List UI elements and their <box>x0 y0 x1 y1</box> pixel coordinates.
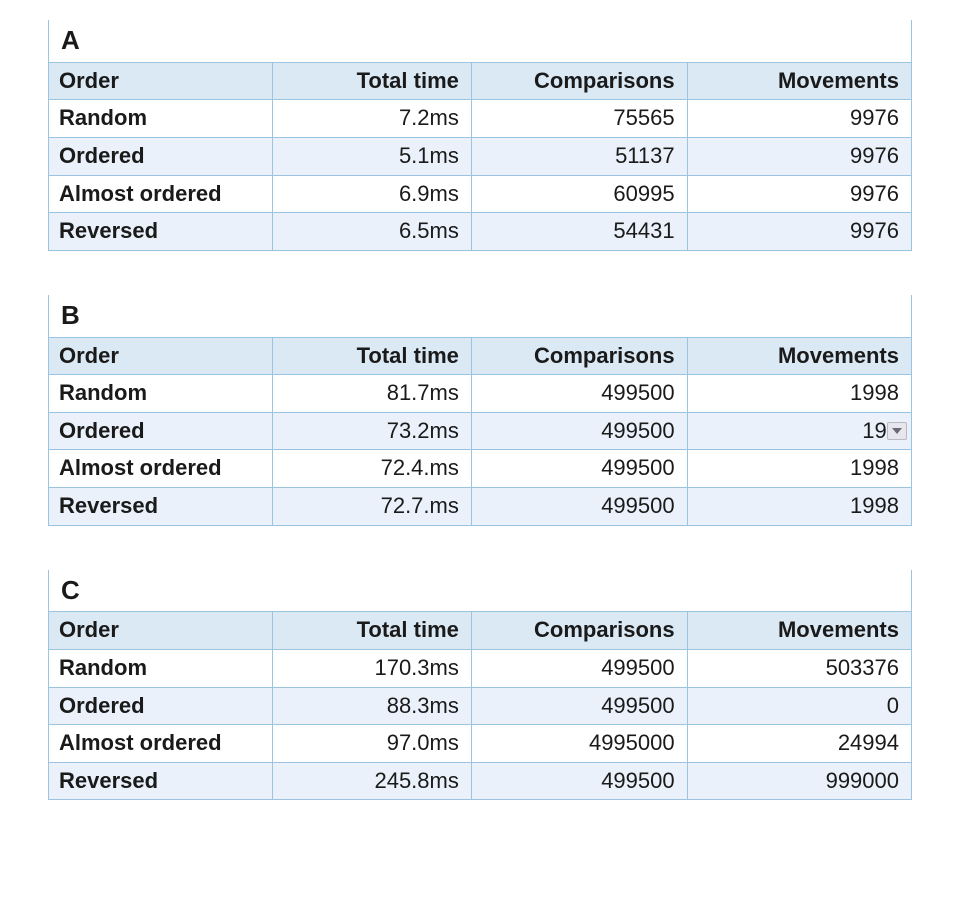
cell-movements: 1998 <box>687 375 911 413</box>
col-order: Order <box>49 612 273 650</box>
cell-movements: 9976 <box>687 137 911 175</box>
table-title: C <box>49 570 912 612</box>
cell-total-time: 245.8ms <box>273 762 471 800</box>
cell-total-time: 7.2ms <box>273 100 471 138</box>
cell-order: Almost ordered <box>49 725 273 763</box>
cell-total-time: 6.9ms <box>273 175 471 213</box>
cell-comparisons: 499500 <box>471 687 687 725</box>
cell-comparisons: 75565 <box>471 100 687 138</box>
cell-order: Random <box>49 375 273 413</box>
cell-total-time: 6.5ms <box>273 213 471 251</box>
table-c: C Order Total time Comparisons Movements… <box>48 570 912 801</box>
cell-order: Ordered <box>49 412 273 450</box>
cell-movements: 503376 <box>687 649 911 687</box>
cell-total-time: 5.1ms <box>273 137 471 175</box>
col-movements: Movements <box>687 62 911 100</box>
col-movements: Movements <box>687 612 911 650</box>
col-total-time: Total time <box>273 337 471 375</box>
cell-comparisons: 499500 <box>471 649 687 687</box>
table-title: A <box>49 20 912 62</box>
table-row: Random 81.7ms 499500 1998 <box>49 375 912 413</box>
cell-total-time: 97.0ms <box>273 725 471 763</box>
table-row: Reversed 6.5ms 54431 9976 <box>49 213 912 251</box>
cell-comparisons: 60995 <box>471 175 687 213</box>
cell-order: Random <box>49 100 273 138</box>
table-a: A Order Total time Comparisons Movements… <box>48 20 912 251</box>
table-row: Random 7.2ms 75565 9976 <box>49 100 912 138</box>
cell-order: Ordered <box>49 687 273 725</box>
col-total-time: Total time <box>273 62 471 100</box>
cell-comparisons: 4995000 <box>471 725 687 763</box>
table-row: Ordered 5.1ms 51137 9976 <box>49 137 912 175</box>
cell-order: Random <box>49 649 273 687</box>
cell-total-time: 72.7.ms <box>273 487 471 525</box>
col-total-time: Total time <box>273 612 471 650</box>
cell-comparisons: 499500 <box>471 487 687 525</box>
cell-order: Reversed <box>49 213 273 251</box>
cell-order: Reversed <box>49 487 273 525</box>
col-order: Order <box>49 62 273 100</box>
col-movements: Movements <box>687 337 911 375</box>
table-row: Ordered 73.2ms 499500 199 <box>49 412 912 450</box>
col-comparisons: Comparisons <box>471 62 687 100</box>
cell-total-time: 88.3ms <box>273 687 471 725</box>
cell-comparisons: 499500 <box>471 450 687 488</box>
table-b: B Order Total time Comparisons Movements… <box>48 295 912 526</box>
cell-comparisons: 51137 <box>471 137 687 175</box>
cell-movements: 0 <box>687 687 911 725</box>
table-title: B <box>49 295 912 337</box>
cell-order: Ordered <box>49 137 273 175</box>
cell-movements: 9976 <box>687 213 911 251</box>
table-row: Almost ordered 6.9ms 60995 9976 <box>49 175 912 213</box>
cell-movements: 9976 <box>687 100 911 138</box>
table-row: Reversed 72.7.ms 499500 1998 <box>49 487 912 525</box>
cell-order: Almost ordered <box>49 175 273 213</box>
cell-order: Almost ordered <box>49 450 273 488</box>
cell-movements: 999000 <box>687 762 911 800</box>
cell-comparisons: 499500 <box>471 412 687 450</box>
cell-total-time: 170.3ms <box>273 649 471 687</box>
cell-comparisons: 499500 <box>471 375 687 413</box>
col-comparisons: Comparisons <box>471 337 687 375</box>
cell-total-time: 73.2ms <box>273 412 471 450</box>
cell-comparisons: 499500 <box>471 762 687 800</box>
cell-movements: 24994 <box>687 725 911 763</box>
cell-comparisons: 54431 <box>471 213 687 251</box>
cell-total-time: 81.7ms <box>273 375 471 413</box>
cell-movements: 1998 <box>687 450 911 488</box>
col-order: Order <box>49 337 273 375</box>
col-comparisons: Comparisons <box>471 612 687 650</box>
table-row: Almost ordered 97.0ms 4995000 24994 <box>49 725 912 763</box>
cell-movements: 199 <box>687 412 911 450</box>
page: A Order Total time Comparisons Movements… <box>0 0 960 892</box>
table-row: Almost ordered 72.4.ms 499500 1998 <box>49 450 912 488</box>
chevron-down-icon[interactable] <box>887 422 907 440</box>
cell-movements: 1998 <box>687 487 911 525</box>
cell-movements: 9976 <box>687 175 911 213</box>
table-row: Ordered 88.3ms 499500 0 <box>49 687 912 725</box>
table-row: Random 170.3ms 499500 503376 <box>49 649 912 687</box>
cell-order: Reversed <box>49 762 273 800</box>
table-row: Reversed 245.8ms 499500 999000 <box>49 762 912 800</box>
cell-total-time: 72.4.ms <box>273 450 471 488</box>
